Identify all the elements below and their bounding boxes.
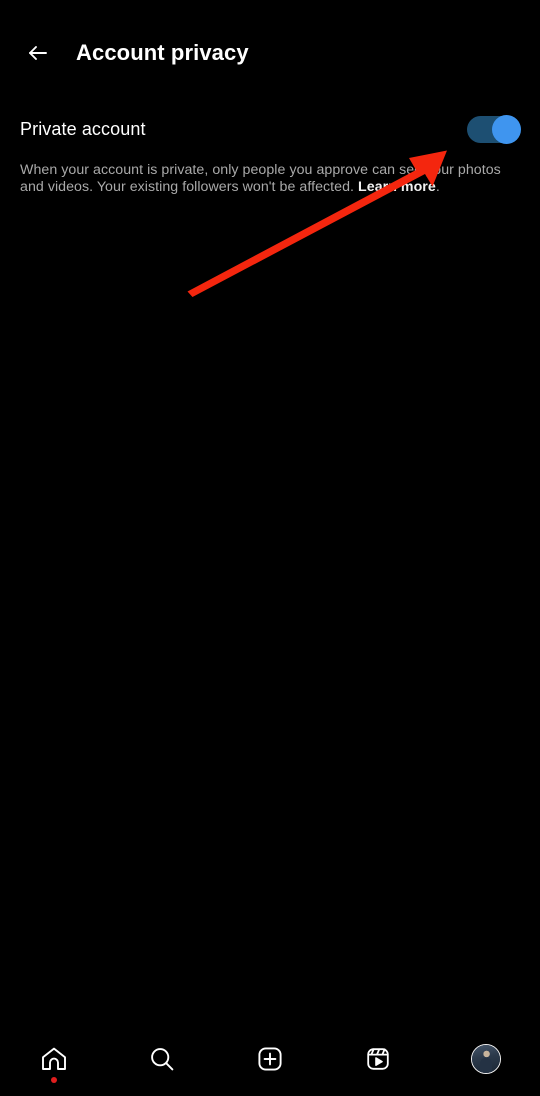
private-account-toggle[interactable]	[467, 114, 521, 144]
learn-more-link[interactable]: Learn more	[358, 179, 436, 195]
description-text-part2: .	[435, 179, 440, 195]
private-account-description: When your account is private, only peopl…	[0, 162, 540, 196]
reels-icon	[363, 1044, 393, 1074]
status-bar	[0, 0, 540, 22]
search-icon	[147, 1044, 177, 1074]
page-title: Account privacy	[76, 40, 249, 65]
home-notification-dot	[51, 1077, 57, 1083]
nav-item-profile[interactable]	[432, 1022, 540, 1096]
header-bar: Account privacy	[0, 22, 540, 84]
home-icon	[39, 1044, 69, 1074]
bottom-nav-bar	[0, 1022, 540, 1096]
arrow-left-icon	[25, 40, 51, 66]
avatar-image-detail	[479, 1057, 493, 1073]
private-account-label: Private account	[20, 118, 146, 139]
nav-item-create[interactable]	[216, 1022, 324, 1096]
nav-item-reels[interactable]	[324, 1022, 432, 1096]
private-account-row[interactable]: Private account	[0, 106, 540, 152]
plus-square-icon	[255, 1044, 285, 1074]
back-button[interactable]	[18, 33, 58, 73]
app-screen: Account privacy Private account When you…	[0, 0, 540, 1096]
avatar	[471, 1044, 501, 1074]
nav-item-home[interactable]	[0, 1022, 108, 1096]
toggle-knob	[492, 114, 521, 144]
nav-item-search[interactable]	[108, 1022, 216, 1096]
